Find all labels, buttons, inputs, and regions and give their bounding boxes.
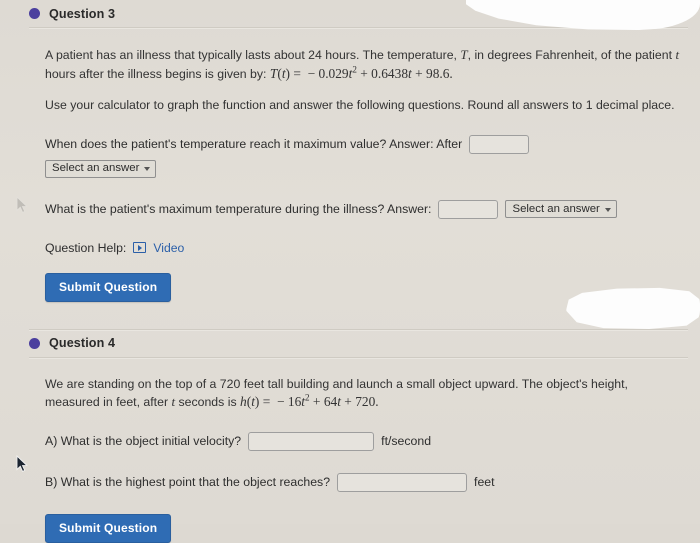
chevron-down-icon: [144, 167, 151, 171]
q4-formula: h(t) = − 16t2 + 64t + 720.: [240, 392, 379, 409]
question-3-paragraph-1: A patient has an illness that typically …: [45, 46, 684, 83]
q3-var-T: T: [460, 47, 468, 62]
q3-formula: T(t) = − 0.029t2 + 0.6438t + 98.6.: [269, 64, 453, 81]
question-3-select-1-label: Select an answer: [52, 162, 140, 174]
question-3-submit-button[interactable]: Submit Question: [45, 272, 172, 302]
q3-p1-before: A patient has an illness that typically …: [45, 48, 461, 62]
quiz-page: Question 3 A patient has an illness that…: [0, 0, 700, 543]
q3-p1-after: hours after the illness begins is given …: [45, 66, 270, 81]
question-4-header: Question 4: [0, 330, 700, 357]
question-3-select-1-row: Select an answer: [45, 159, 684, 178]
question-3-title: Question 3: [49, 6, 116, 21]
q3-var-t: t: [675, 47, 680, 62]
question-3-select-2[interactable]: Select an answer: [505, 200, 617, 218]
chevron-down-icon: [604, 207, 611, 212]
filled-circle-icon: [29, 8, 40, 19]
question-3-paragraph-2: Use your calculator to graph the functio…: [45, 98, 675, 112]
question-3-body: A patient has an illness that typically …: [0, 28, 700, 302]
question-4-part-b-label: B) What is the highest point that the ob…: [45, 474, 331, 489]
question-4-part-b-unit: feet: [474, 474, 495, 489]
question-4-paragraph: We are standing on the top of a 720 feet…: [45, 376, 684, 412]
question-3-video-link[interactable]: Video: [153, 241, 184, 255]
question-4-part-b: B) What is the highest point that the ob…: [45, 472, 684, 492]
question-4-part-a-label: A) What is the object initial velocity?: [45, 433, 242, 448]
question-3-select-2-label: Select an answer: [512, 202, 600, 215]
question-4-title: Question 4: [49, 336, 116, 350]
question-3-prompt-2: What is the patient's maximum temperatur…: [45, 199, 684, 219]
question-3-prompt-2-label: What is the patient's maximum temperatur…: [45, 201, 432, 216]
question-3-answer-1-input[interactable]: [469, 134, 530, 154]
question-4-part-b-input[interactable]: [337, 472, 468, 492]
question-4-part-a-input[interactable]: [248, 431, 375, 451]
question-3-header: Question 3: [0, 0, 700, 27]
question-4-submit-button[interactable]: Submit Question: [45, 513, 172, 543]
question-3-answer-2-input[interactable]: [438, 199, 499, 219]
question-3-prompt-1: When does the patient's temperature reac…: [45, 134, 684, 154]
question-3-help-row: Question Help: Video: [45, 241, 684, 255]
mouse-cursor: [16, 455, 28, 473]
question-4-part-a: A) What is the object initial velocity? …: [45, 431, 684, 451]
q4-p-after: seconds is: [175, 395, 241, 409]
question-4-body: We are standing on the top of a 720 feet…: [0, 358, 700, 543]
question-3-select-1[interactable]: Select an answer: [45, 159, 157, 178]
video-play-icon[interactable]: [133, 242, 147, 253]
filled-circle-icon: [29, 337, 40, 349]
question-3-prompt-1-label: When does the patient's temperature reac…: [45, 136, 463, 151]
q3-p1-mid: , in degrees Fahrenheit, of the patient: [467, 48, 676, 62]
question-3-help-label: Question Help:: [45, 240, 127, 255]
mouse-cursor-ghost: [16, 196, 28, 214]
question-4-part-a-unit: ft/second: [381, 433, 432, 448]
